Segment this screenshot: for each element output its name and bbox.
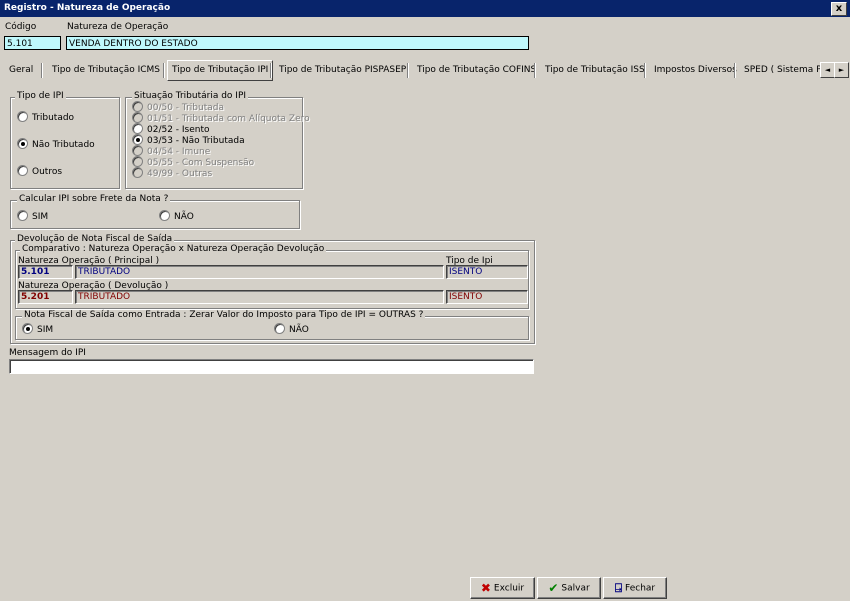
tab-separator: [534, 63, 536, 78]
radio-label: 00/50 - Tributada: [147, 103, 224, 113]
tab-scroll-left-icon[interactable]: ◄: [820, 62, 835, 78]
excluir-label: Excluir: [493, 583, 525, 594]
tab-ipi[interactable]: Tipo de Tributação IPI: [167, 60, 274, 81]
tab-separator: [407, 63, 409, 78]
radio-situacao-03-53[interactable]: 03/53 - Não Tributada: [132, 134, 245, 146]
radio-dot-icon: [132, 134, 143, 145]
radio-label: NÃO: [174, 212, 194, 222]
radio-tributado[interactable]: Tributado: [17, 111, 75, 123]
radio-label: Tributado: [32, 113, 75, 123]
tab-sped[interactable]: SPED ( Sistema Pú: [744, 60, 820, 80]
radio-dot-icon: [132, 123, 143, 134]
radio-outros[interactable]: Outros: [17, 165, 63, 177]
radio-nao-tributado[interactable]: Não Tributado: [17, 138, 95, 150]
radio-zerar-sim[interactable]: SIM: [22, 323, 54, 335]
radio-label: Outros: [32, 167, 63, 177]
tab-icms[interactable]: Tipo de Tributação ICMS: [52, 60, 160, 80]
comparativo-group: Comparativo : Natureza Operação x Nature…: [15, 244, 529, 309]
radio-situacao-02-52[interactable]: 02/52 - Isento: [132, 123, 210, 135]
radio-dot-icon: [132, 156, 143, 167]
natureza-label: Natureza de Operação: [67, 22, 169, 32]
radio-dot-icon: [274, 323, 285, 334]
radio-dot-icon: [159, 210, 170, 221]
radio-zerar-nao[interactable]: NÃO: [274, 323, 309, 335]
radio-label: 49/99 - Outras: [147, 169, 213, 179]
salvar-label: Salvar: [561, 583, 590, 594]
salvar-button[interactable]: ✔ Salvar: [537, 577, 601, 599]
door-exit-icon: ⍈: [614, 581, 623, 595]
mensagem-label: Mensagem do IPI: [9, 348, 86, 358]
radio-label: Não Tributado: [32, 140, 95, 150]
principal-code-cell: 5.101: [18, 265, 73, 279]
comparativo-title: Comparativo : Natureza Operação x Nature…: [20, 244, 327, 254]
zerar-group: Nota Fiscal de Saída como Entrada : Zera…: [15, 310, 529, 340]
fechar-button[interactable]: ⍈ Fechar: [603, 577, 667, 599]
devolucao-title: Devolução de Nota Fiscal de Saída: [15, 234, 175, 244]
tab-separator: [644, 63, 646, 78]
title-bar: Registro - Natureza de Operação x: [0, 0, 850, 17]
frete-title: Calcular IPI sobre Frete da Nota ?: [17, 194, 171, 204]
window-title: Registro - Natureza de Operação: [4, 3, 171, 13]
radio-label: 05/55 - Com Suspensão: [147, 158, 255, 168]
situacao-title: Situação Tributária do IPI: [132, 91, 249, 101]
radio-label: SIM: [32, 212, 49, 222]
codigo-label: Código: [5, 22, 37, 32]
checkmark-icon: ✔: [548, 581, 559, 595]
delete-x-icon: ✖: [480, 581, 491, 595]
tab-pispasep[interactable]: Tipo de Tributação PISPASEP: [279, 60, 406, 80]
frete-group: Calcular IPI sobre Frete da Nota ? SIM N…: [10, 194, 300, 229]
radio-label: SIM: [37, 325, 54, 335]
tab-scroll-right-icon[interactable]: ►: [834, 62, 849, 78]
tipo-ipi-group: Tipo de IPI Tributado Não Tributado Outr…: [10, 91, 120, 189]
principal-desc-cell: TRIBUTADO: [75, 265, 444, 279]
tab-separator: [41, 63, 43, 78]
fechar-label: Fechar: [625, 583, 656, 594]
close-icon[interactable]: x: [831, 2, 847, 16]
situacao-group: Situação Tributária do IPI 00/50 - Tribu…: [125, 91, 310, 189]
tab-separator: [163, 63, 165, 78]
radio-frete-nao[interactable]: NÃO: [159, 210, 194, 222]
radio-dot-icon: [17, 165, 28, 176]
codigo-field[interactable]: 5.101: [4, 36, 61, 50]
devolucao-desc-cell: TRIBUTADO: [75, 290, 444, 304]
radio-label: 02/52 - Isento: [147, 125, 210, 135]
radio-situacao-00-50: 00/50 - Tributada: [132, 101, 224, 113]
tab-impostos-diversos[interactable]: Impostos Diversos: [654, 60, 737, 80]
radio-frete-sim[interactable]: SIM: [17, 210, 49, 222]
radio-label: 03/53 - Não Tributada: [147, 136, 245, 146]
radio-dot-icon: [17, 111, 28, 122]
radio-dot-icon: [132, 112, 143, 123]
tab-geral[interactable]: Geral: [9, 60, 33, 80]
zerar-title: Nota Fiscal de Saída como Entrada : Zera…: [22, 310, 426, 320]
tab-iss[interactable]: Tipo de Tributação ISS: [545, 60, 645, 80]
natureza-field[interactable]: VENDA DENTRO DO ESTADO: [66, 36, 529, 50]
tab-separator: [734, 63, 736, 78]
radio-dot-icon: [17, 210, 28, 221]
radio-situacao-49-99: 49/99 - Outras: [132, 167, 213, 179]
tab-separator: [270, 63, 272, 78]
tab-cofins[interactable]: Tipo de Tributação COFINS: [417, 60, 536, 80]
radio-situacao-04-54: 04/54 - Imune: [132, 145, 211, 157]
radio-situacao-01-51: 01/51 - Tributada com Alíquota Zero: [132, 112, 310, 124]
excluir-button[interactable]: ✖ Excluir: [470, 577, 535, 599]
radio-dot-icon: [132, 167, 143, 178]
radio-dot-icon: [17, 138, 28, 149]
radio-situacao-05-55: 05/55 - Com Suspensão: [132, 156, 255, 168]
radio-label: 04/54 - Imune: [147, 147, 211, 157]
mensagem-field[interactable]: [9, 359, 534, 374]
radio-dot-icon: [22, 323, 33, 334]
radio-dot-icon: [132, 145, 143, 156]
devolucao-tipo-cell: ISENTO: [446, 290, 528, 304]
tab-strip: Geral Tipo de Tributação ICMS Tipo de Tr…: [0, 60, 850, 82]
devolucao-code-cell: 5.201: [18, 290, 73, 304]
principal-tipo-cell: ISENTO: [446, 265, 528, 279]
tipo-ipi-title: Tipo de IPI: [15, 91, 66, 101]
radio-label: NÃO: [289, 325, 309, 335]
radio-label: 01/51 - Tributada com Alíquota Zero: [147, 114, 310, 124]
devolucao-group: Devolução de Nota Fiscal de Saída Compar…: [10, 234, 535, 344]
radio-dot-icon: [132, 101, 143, 112]
